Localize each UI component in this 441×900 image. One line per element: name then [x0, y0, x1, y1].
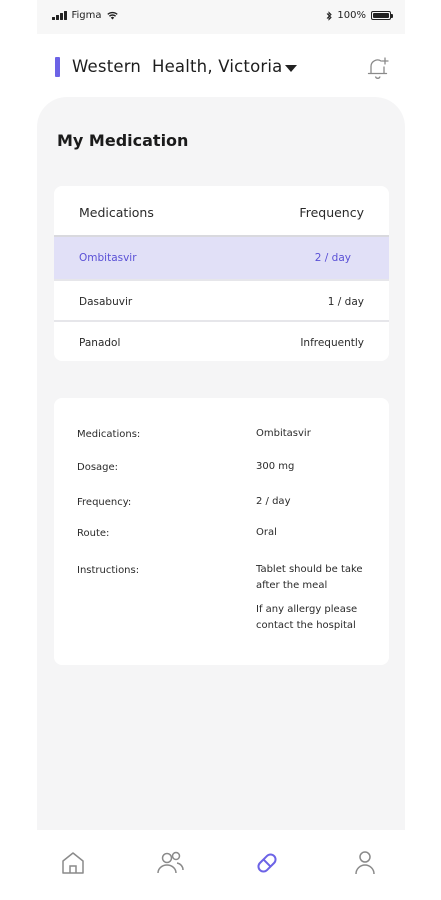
organization-selector[interactable]: Western Health, Victoria [72, 57, 282, 76]
medication-details-card: Medications: Ombitasvir Dosage: 300 mg F… [54, 398, 389, 665]
signal-icon [52, 11, 67, 20]
table-row[interactable]: Panadol Infrequently [54, 322, 389, 361]
row-frequency: 1 / day [327, 296, 364, 308]
content-panel: My Medication Medications Frequency Ombi… [37, 97, 405, 830]
detail-label-medication: Medications: [77, 429, 141, 440]
row-medication-name: Dasabuvir [79, 296, 133, 308]
page-title: My Medication [57, 131, 189, 150]
detail-value-instructions-1: Tablet should be take after the meal [256, 564, 363, 591]
medication-table: Medications Frequency Ombitasvir 2 / day… [54, 186, 389, 361]
status-right: 100% [326, 10, 393, 21]
notification-bell-icon[interactable] [364, 54, 392, 82]
wifi-icon [106, 11, 118, 20]
app-header: Western Health, Victoria [37, 44, 405, 90]
chevron-down-icon[interactable] [285, 65, 297, 72]
detail-label-dosage: Dosage: [77, 462, 119, 473]
bottom-navigation [37, 830, 405, 900]
carrier-name: Figma [71, 10, 102, 21]
detail-value-medication: Ombitasvir [256, 428, 311, 439]
phone-screen: Figma 100% Western Health, Victoria My M… [37, 0, 405, 900]
profile-icon[interactable] [350, 848, 380, 878]
bluetooth-icon [327, 10, 333, 21]
detail-label-instructions: Instructions: [77, 565, 140, 576]
detail-label-frequency: Frequency: [77, 497, 132, 508]
organization-accent-bar [55, 57, 60, 77]
table-row-selected[interactable]: Ombitasvir 2 / day [54, 237, 389, 279]
row-frequency: Infrequently [300, 337, 364, 349]
row-medication-name: Panadol [79, 337, 121, 349]
battery-percent: 100% [337, 10, 366, 21]
detail-value-frequency: 2 / day [256, 496, 291, 507]
table-row[interactable]: Dasabuvir 1 / day [54, 281, 389, 323]
status-left: Figma [52, 10, 118, 21]
detail-value-route: Oral [256, 527, 277, 538]
status-bar: Figma 100% [37, 0, 405, 34]
people-icon[interactable] [155, 848, 185, 878]
row-medication-name: Ombitasvir [79, 252, 137, 264]
detail-value-instructions-2: If any allergy please contact the hospit… [256, 604, 358, 631]
pill-icon[interactable] [252, 848, 282, 878]
detail-value-dosage: 300 mg [256, 461, 295, 472]
battery-icon [371, 11, 393, 20]
table-header: Medications Frequency [54, 186, 389, 236]
column-header-medications: Medications [79, 205, 154, 220]
home-icon[interactable] [58, 848, 88, 878]
row-frequency: 2 / day [314, 252, 351, 264]
column-header-frequency: Frequency [299, 205, 364, 220]
detail-label-route: Route: [77, 528, 110, 539]
